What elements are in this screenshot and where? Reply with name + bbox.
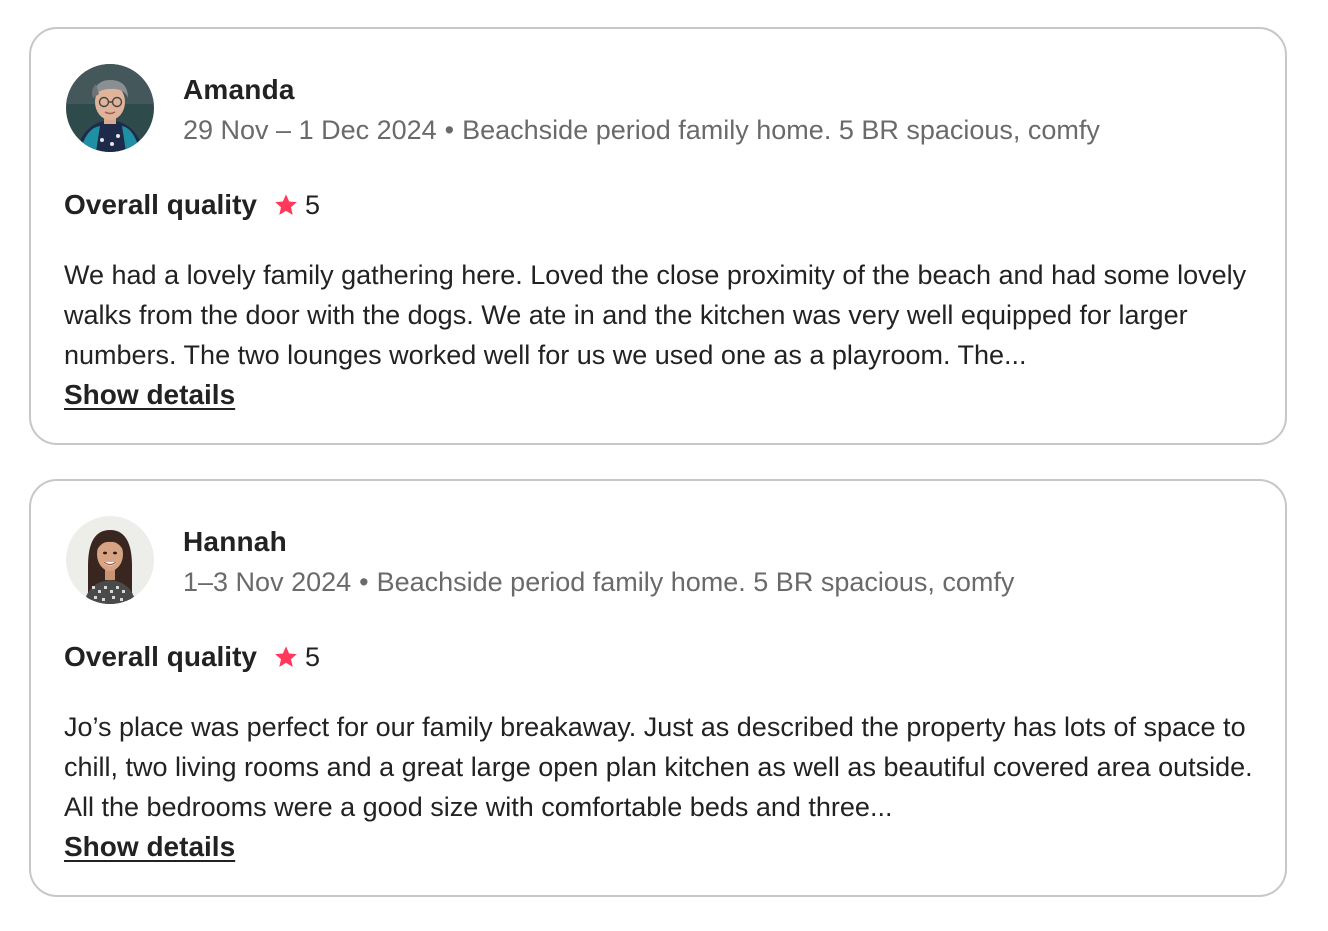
reviewer-name: Hannah [183,526,287,557]
rating-value: 5 [304,642,320,672]
review-card: Hannah 1–3 Nov 2024 • Beachside period fam… [29,479,1287,897]
stay-meta: 29 Nov – 1 Dec 2024 • Beachside period fam… [183,113,1100,147]
rating-row: Overall quality 5 [64,187,320,223]
reviewer-header: Hannah 1–3 Nov 2024 • Beachside period fam… [66,516,1014,604]
review-list: Amanda 29 Nov – 1 Dec 2024 • Beachside per… [29,27,1287,931]
rating-label: Overall quality [64,641,257,672]
reviewer-info: Hannah 1–3 Nov 2024 • Beachside period fam… [183,516,1014,599]
avatar[interactable] [66,64,154,152]
rating-row: Overall quality 5 [64,639,320,675]
avatar[interactable] [66,516,154,604]
avatar-photo-icon [66,64,154,152]
listing-name: Beachside period family home. 5 BR spaci… [376,567,1015,597]
stay-dates: 29 Nov – 1 Dec 2024 [183,115,437,145]
review-card: Amanda 29 Nov – 1 Dec 2024 • Beachside per… [29,27,1287,445]
review-text: We had a lovely family gathering here. L… [64,260,1247,370]
listing-name: Beachside period family home. 5 BR spaci… [462,115,1100,145]
stay-meta: 1–3 Nov 2024 • Beachside period family hom… [183,565,1014,599]
review-text: Jo’s place was perfect for our family br… [64,712,1253,822]
avatar-photo-icon [66,516,154,604]
star-icon [273,192,299,218]
show-details-link[interactable]: Show details [64,375,235,415]
star-icon [273,644,299,670]
meta-separator: • [359,567,369,597]
stay-dates: 1–3 Nov 2024 [183,567,352,597]
show-details-link[interactable]: Show details [64,827,235,867]
reviewer-header: Amanda 29 Nov – 1 Dec 2024 • Beachside per… [66,64,1100,152]
reviewer-name: Amanda [183,74,295,105]
rating-value: 5 [304,190,320,220]
reviewer-info: Amanda 29 Nov – 1 Dec 2024 • Beachside per… [183,64,1100,147]
rating-label: Overall quality [64,189,257,220]
meta-separator: • [444,115,455,145]
